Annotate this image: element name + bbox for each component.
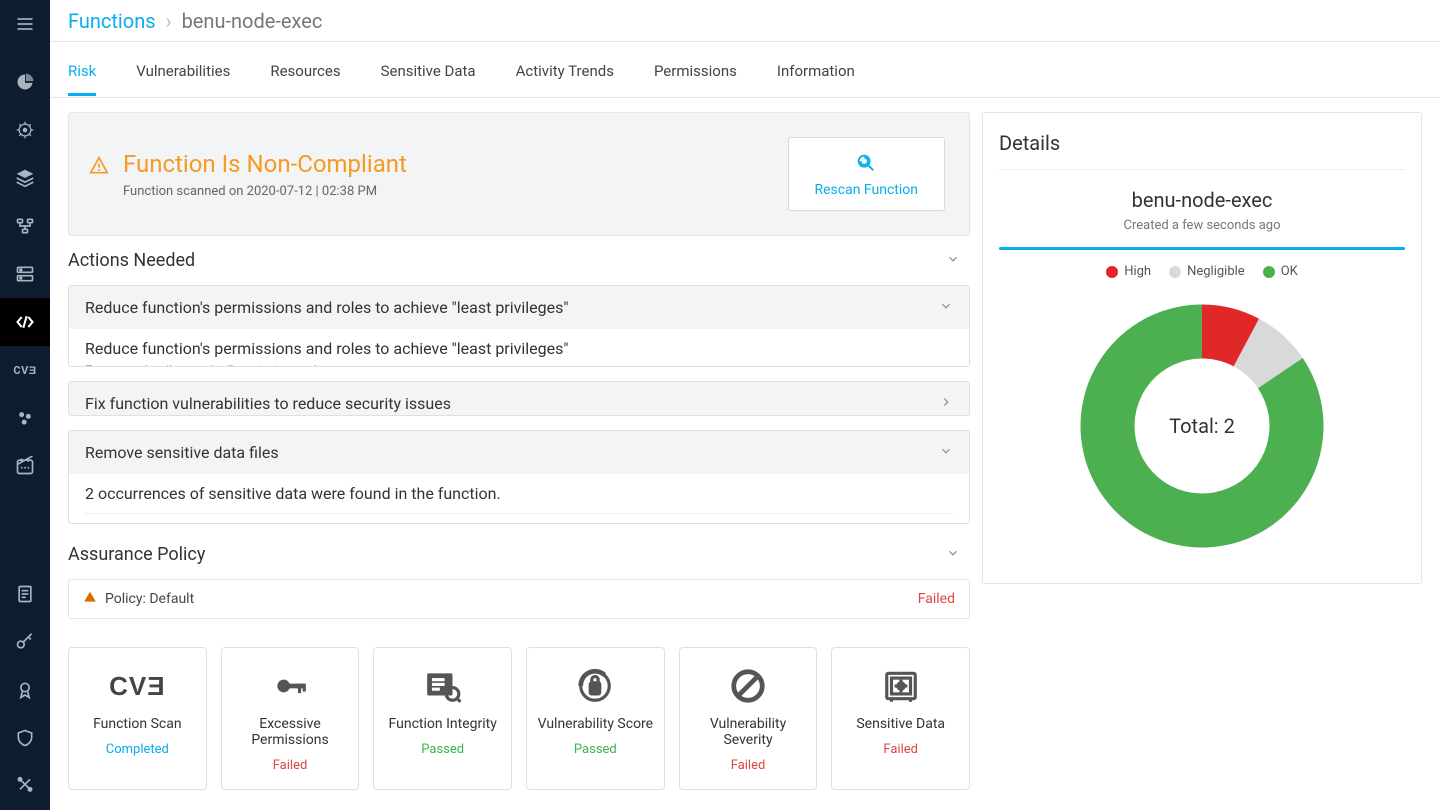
status-badge: Passed [421, 742, 464, 757]
assurance-card-vulnerability-severity: Vulnerability Severity Failed [679, 647, 818, 790]
tab-risk[interactable]: Risk [68, 44, 96, 96]
sidebar-calendar-icon[interactable] [0, 442, 50, 490]
status-badge: Failed [731, 758, 766, 773]
policy-bar: Policy: Default Failed [68, 579, 970, 619]
integrity-icon [424, 666, 462, 706]
breadcrumb-separator: › [166, 9, 172, 33]
chart-legend: High Negligible OK [999, 264, 1405, 279]
legend-item-high: High [1106, 264, 1151, 279]
sidebar-wheel-icon[interactable] [0, 106, 50, 154]
assurance-cards-row: CVƎ Function Scan Completed Excessive Pe… [68, 647, 970, 790]
chevron-down-icon [946, 544, 960, 565]
rescan-button[interactable]: Rescan Function [788, 137, 946, 211]
sidebar-layers-icon[interactable] [0, 154, 50, 202]
sidebar-network-icon[interactable] [0, 202, 50, 250]
sidebar-key-icon[interactable] [0, 618, 50, 666]
cve-icon: CVƎ [109, 666, 165, 706]
assurance-card-vulnerability-score: Vulnerability Score Passed [526, 647, 665, 790]
chevron-down-icon [939, 443, 953, 462]
sidebar-molecule-icon[interactable] [0, 394, 50, 442]
details-panel: Details benu-node-exec Created a few sec… [982, 112, 1422, 584]
sidebar-code-icon[interactable] [0, 298, 50, 346]
action-header[interactable]: Fix function vulnerabilities to reduce s… [69, 382, 969, 416]
legend-item-ok: OK [1263, 264, 1298, 279]
sidebar-menu-icon[interactable] [0, 0, 50, 48]
warning-icon [83, 590, 97, 608]
key-icon [271, 666, 309, 706]
score-icon [576, 666, 614, 706]
sidebar-shield-icon[interactable] [0, 714, 50, 762]
breadcrumb: Functions › benu-node-exec [50, 0, 1440, 42]
status-badge: Passed [574, 742, 617, 757]
vault-icon [882, 666, 920, 706]
breadcrumb-current: benu-node-exec [182, 9, 323, 33]
action-body-text: 2 occurrences of sensitive data were fou… [85, 484, 953, 503]
assurance-section-title[interactable]: Assurance Policy [68, 544, 970, 565]
details-function-name: benu-node-exec [999, 188, 1405, 212]
status-badge: Failed [273, 758, 308, 773]
tab-information[interactable]: Information [777, 44, 855, 96]
tab-resources[interactable]: Resources [270, 44, 340, 96]
assurance-card-sensitive-data: Sensitive Data Failed [831, 647, 970, 790]
action-header[interactable]: Remove sensitive data files [69, 431, 969, 474]
action-body-text: Reduce function's permissions and roles … [85, 339, 953, 358]
status-badge: Failed [883, 742, 918, 757]
sidebar-server-icon[interactable] [0, 250, 50, 298]
policy-status: Failed [918, 591, 955, 607]
tab-sensitive-data[interactable]: Sensitive Data [381, 44, 476, 96]
tabs: Risk Vulnerabilities Resources Sensitive… [50, 42, 1440, 98]
breadcrumb-root[interactable]: Functions [68, 9, 156, 33]
actions-section-title[interactable]: Actions Needed [68, 250, 970, 271]
compliance-banner: Function Is Non-Compliant Function scann… [68, 112, 970, 236]
sidebar-cve-icon[interactable]: CVƎ [0, 346, 50, 394]
donut-total-label: Total: 2 [1169, 414, 1235, 438]
block-icon [729, 666, 767, 706]
permissions-link[interactable]: Permissions [227, 364, 299, 367]
chevron-down-icon [946, 250, 960, 271]
assurance-card-function-scan: CVƎ Function Scan Completed [68, 647, 207, 790]
assurance-card-excessive-permissions: Excessive Permissions Failed [221, 647, 360, 790]
warning-icon [89, 156, 109, 180]
sidebar-doc-icon[interactable] [0, 570, 50, 618]
details-divider [999, 247, 1405, 250]
action-card-vulnerabilities: Fix function vulnerabilities to reduce s… [68, 381, 970, 416]
rescan-button-label: Rescan Function [815, 182, 919, 198]
status-badge: Completed [106, 742, 169, 757]
action-card-permissions: Reduce function's permissions and roles … [68, 285, 970, 367]
legend-item-negligible: Negligible [1169, 264, 1245, 279]
chevron-down-icon [939, 298, 953, 317]
banner-title: Function Is Non-Compliant [123, 150, 407, 178]
donut-chart: Total: 2 [999, 291, 1405, 561]
tab-permissions[interactable]: Permissions [654, 44, 737, 96]
action-footnote: For more details see the Permissions tab [85, 364, 953, 367]
sidebar: CVƎ [0, 0, 50, 810]
assurance-card-function-integrity: Function Integrity Passed [373, 647, 512, 790]
sidebar-tools-icon[interactable] [0, 762, 50, 810]
chevron-right-icon [939, 394, 953, 413]
action-header[interactable]: Reduce function's permissions and roles … [69, 286, 969, 329]
banner-subtitle: Function scanned on 2020-07-12 | 02:38 P… [123, 184, 407, 199]
tab-vulnerabilities[interactable]: Vulnerabilities [136, 44, 230, 96]
tab-activity-trends[interactable]: Activity Trends [516, 44, 614, 96]
policy-label: Policy: Default [105, 591, 194, 607]
sidebar-ribbon-icon[interactable] [0, 666, 50, 714]
action-card-sensitive-data: Remove sensitive data files 2 occurrence… [68, 430, 970, 524]
details-created: Created a few seconds ago [999, 218, 1405, 233]
details-title: Details [999, 131, 1405, 170]
sidebar-dashboard-icon[interactable] [0, 58, 50, 106]
